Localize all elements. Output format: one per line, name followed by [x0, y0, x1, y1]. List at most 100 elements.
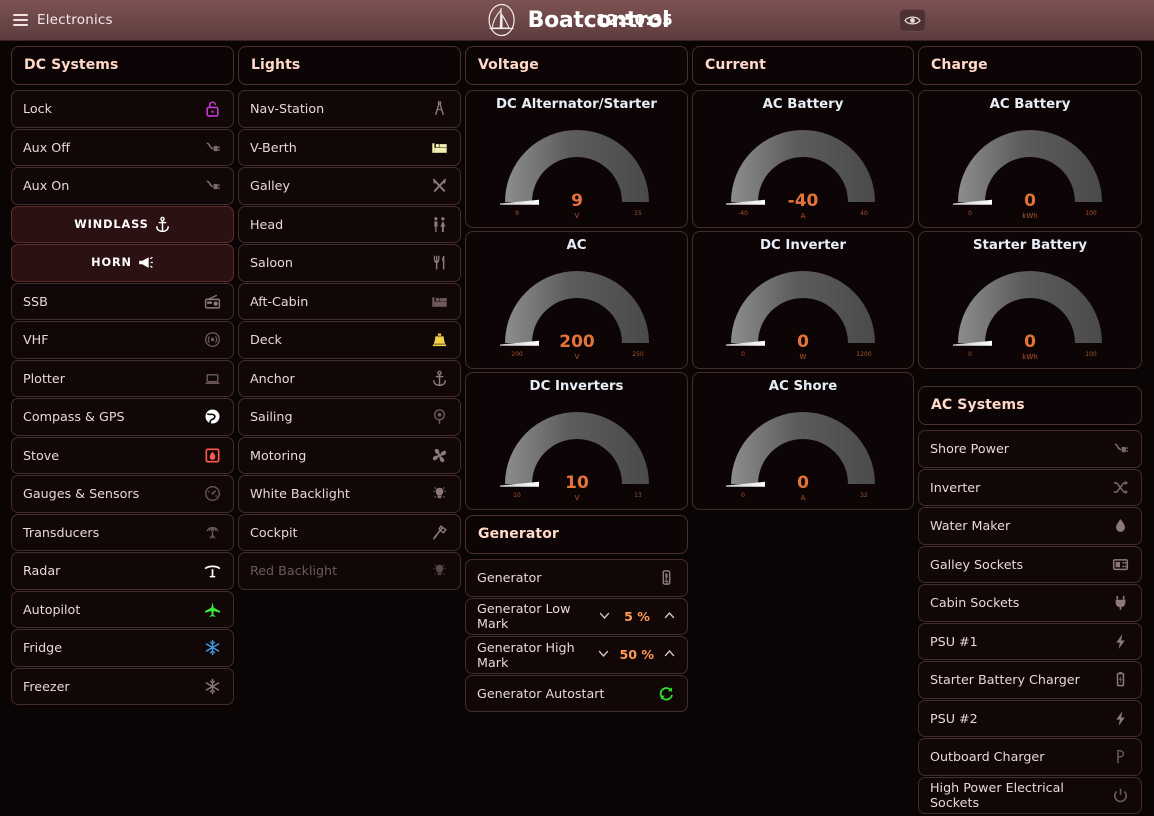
light-item[interactable]: Deck: [238, 321, 461, 359]
item-icon: [202, 331, 222, 348]
app-header: Electronics Boatcontrol 12:50:35: [0, 0, 1154, 41]
dc-system-item[interactable]: Gauges & Sensors: [11, 475, 234, 513]
gauge-title: DC Alternator/Starter: [496, 97, 657, 112]
ac-system-item[interactable]: Starter Battery Charger: [918, 661, 1142, 699]
light-item[interactable]: Head: [238, 205, 461, 243]
item-icon: [154, 216, 171, 233]
chevron-down-icon[interactable]: [598, 609, 611, 622]
gauge-unit: A: [801, 212, 806, 220]
item-icon: [202, 370, 222, 387]
dc-system-item[interactable]: Aux Off: [11, 128, 234, 166]
generator-item[interactable]: Generator High Mark 50 %: [465, 636, 688, 674]
chevron-up-icon[interactable]: [663, 647, 676, 660]
ac-system-item[interactable]: PSU #1: [918, 622, 1142, 660]
dc-system-item[interactable]: Freezer: [11, 667, 234, 705]
current-gauge[interactable]: DC Inverter 0 1200 0 W: [692, 231, 914, 369]
gauge-unit: V: [574, 494, 579, 502]
item-icon: [202, 678, 222, 695]
ac-system-item[interactable]: Outboard Charger: [918, 738, 1142, 776]
light-item[interactable]: Red Backlight: [238, 552, 461, 590]
radar-icon: [204, 565, 220, 578]
dc-system-item[interactable]: Fridge: [11, 629, 234, 667]
dc-system-item[interactable]: Compass & GPS: [11, 398, 234, 436]
snowflake-icon: [205, 678, 219, 694]
charge-gauge-list: AC Battery 0 100 0 kWh Starter Battery 0…: [918, 90, 1142, 369]
item-icon: [1110, 748, 1130, 765]
gauge-title: AC Battery: [989, 97, 1071, 112]
voltage-gauge[interactable]: DC Alternator/Starter 9 15 9 V: [465, 90, 688, 228]
dc-system-item[interactable]: Lock: [11, 90, 234, 128]
stepper-decrease-button[interactable]: [597, 647, 610, 662]
ac-system-item[interactable]: Water Maker: [918, 507, 1142, 545]
dc-system-item[interactable]: Radar: [11, 552, 234, 590]
ac-system-item[interactable]: Shore Power: [918, 430, 1142, 468]
item-icon: [202, 408, 222, 425]
hamburger-icon[interactable]: [13, 14, 28, 26]
charge-gauge[interactable]: Starter Battery 0 100 0 kWh: [918, 231, 1142, 369]
dc-system-item[interactable]: Aux On: [11, 167, 234, 205]
light-item[interactable]: Anchor: [238, 359, 461, 397]
light-item[interactable]: Motoring: [238, 436, 461, 474]
dc-system-item[interactable]: VHF: [11, 321, 234, 359]
stepper-increase-button[interactable]: [663, 609, 676, 624]
stepper-decrease-button[interactable]: [598, 609, 611, 624]
chevron-up-icon[interactable]: [663, 609, 676, 622]
menu-button[interactable]: Electronics: [13, 12, 113, 28]
voltage-gauge[interactable]: AC 200 250 200 V: [465, 231, 688, 369]
dc-system-item[interactable]: HORN: [11, 244, 234, 282]
ac-system-item[interactable]: Cabin Sockets: [918, 584, 1142, 622]
gauge-min-tick: 10: [513, 492, 521, 499]
light-item[interactable]: White Backlight: [238, 475, 461, 513]
light-item[interactable]: Cockpit: [238, 513, 461, 551]
panel-charge-header: Charge: [918, 46, 1142, 85]
item-label: Outboard Charger: [930, 749, 1045, 765]
laptop-icon: [205, 373, 219, 384]
dc-system-item[interactable]: Stove: [11, 436, 234, 474]
light-item[interactable]: Galley: [238, 167, 461, 205]
item-label: Cockpit: [250, 524, 298, 540]
snowflake-icon: [205, 640, 219, 656]
item-label: Plotter: [23, 370, 65, 386]
light-item[interactable]: Aft-Cabin: [238, 282, 461, 320]
voltage-gauge[interactable]: DC Inverters 10 13 10 V: [465, 372, 688, 510]
gauge-unit: V: [574, 212, 579, 220]
item-icon: [1110, 556, 1130, 573]
panel-ac-systems-header: AC Systems: [918, 386, 1142, 425]
ac-system-item[interactable]: High Power Electrical Sockets: [918, 776, 1142, 814]
ac-system-item[interactable]: Galley Sockets: [918, 545, 1142, 583]
chevron-down-icon[interactable]: [597, 647, 610, 660]
dc-system-item[interactable]: WINDLASS: [11, 205, 234, 243]
gauge-title: DC Inverters: [529, 379, 624, 394]
gauge-max-tick: 13: [634, 492, 642, 499]
charge-gauge[interactable]: AC Battery 0 100 0 kWh: [918, 90, 1142, 228]
dc-system-item[interactable]: Plotter: [11, 359, 234, 397]
item-label: High Power Electrical Sockets: [930, 780, 1064, 811]
item-icon: [429, 293, 449, 310]
plug-icon: [1115, 596, 1125, 610]
visibility-toggle-button[interactable]: [899, 9, 926, 32]
column-charge: Charge AC Battery 0 100 0 kWh Starter Ba…: [918, 46, 1142, 815]
value-stepper[interactable]: 5 %: [598, 609, 676, 624]
stepper-increase-button[interactable]: [663, 647, 676, 662]
dc-system-item[interactable]: Autopilot: [11, 590, 234, 628]
item-label: Generator High Mark: [477, 639, 575, 670]
current-gauge[interactable]: AC Battery -40 40 -40 A: [692, 90, 914, 228]
light-item[interactable]: Saloon: [238, 244, 461, 282]
light-item[interactable]: V-Berth: [238, 128, 461, 166]
column-dc-systems: DC Systems Lock Aux Off Aux On WINDLASS …: [11, 46, 234, 706]
dc-system-item[interactable]: SSB: [11, 282, 234, 320]
generator-item[interactable]: Generator: [465, 559, 688, 597]
light-item[interactable]: Sailing: [238, 398, 461, 436]
gauge-graphic: -40 40 -40 A: [726, 130, 875, 220]
generator-item[interactable]: Generator Autostart: [465, 674, 688, 712]
item-label: Inverter: [930, 479, 981, 495]
value-stepper[interactable]: 50 %: [597, 647, 676, 662]
light-item[interactable]: Nav-Station: [238, 90, 461, 128]
current-gauge[interactable]: AC Shore 0 32 0 A: [692, 372, 914, 510]
ac-system-item[interactable]: Inverter: [918, 468, 1142, 506]
sailboat-logo-icon: [488, 3, 515, 37]
ac-system-item[interactable]: PSU #2: [918, 699, 1142, 737]
generator-item[interactable]: Generator Low Mark 5 %: [465, 597, 688, 635]
dc-system-item[interactable]: Transducers: [11, 513, 234, 551]
gauge-min-tick: 200: [511, 351, 523, 358]
